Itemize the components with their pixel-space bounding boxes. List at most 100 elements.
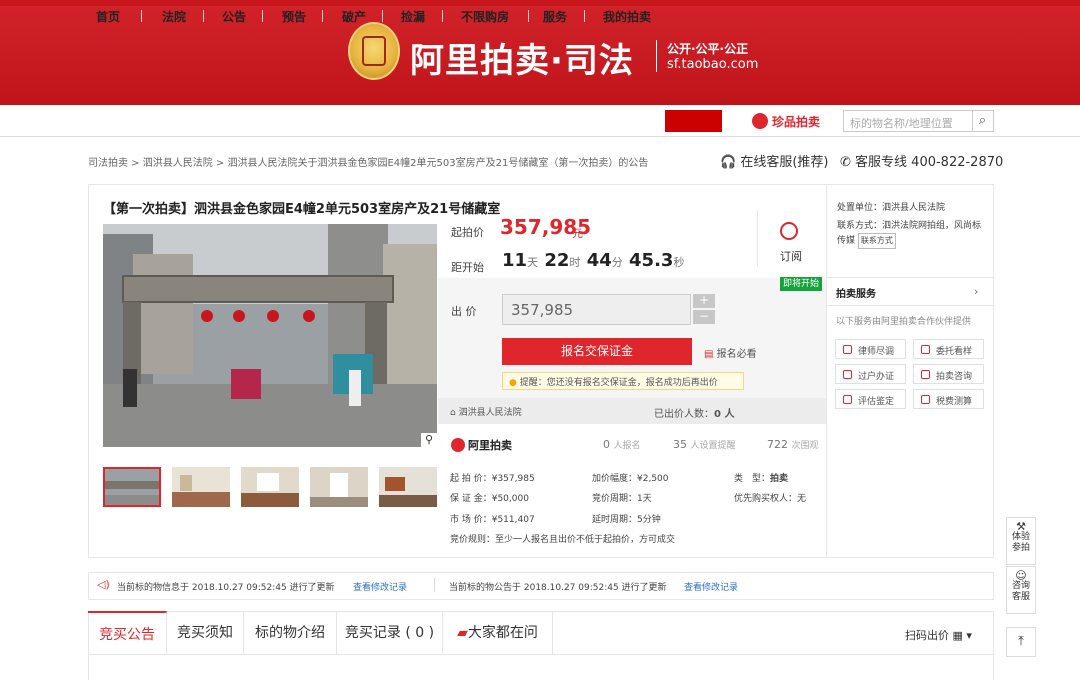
court-icon: ⌂: [450, 408, 456, 418]
nav-unlimited-house[interactable]: 不限购房: [461, 8, 509, 25]
notice-announcement-history-link[interactable]: 查看修改记录: [684, 580, 738, 593]
auction-service-heading[interactable]: 拍卖服务: [836, 285, 876, 300]
nav-notice[interactable]: 公告: [222, 8, 246, 25]
nav-service[interactable]: 服务: [543, 8, 567, 25]
decrease-bid-button[interactable]: −: [693, 310, 715, 324]
chevron-down-icon: ▾: [966, 629, 972, 642]
nav-bargain[interactable]: 捡漏: [401, 8, 425, 25]
nav-separator: [442, 10, 443, 22]
view-count: 722 次围观: [767, 438, 819, 451]
calculator-icon: [921, 395, 930, 404]
search-input[interactable]: 标的物名称/地理位置: [843, 110, 973, 132]
location-icon: [921, 345, 930, 354]
main-photo[interactable]: [103, 224, 437, 447]
court-link[interactable]: ⌂ 泗洪县人民法院: [450, 405, 522, 418]
thumbnail-4[interactable]: [310, 467, 368, 507]
court-emblem-icon: [348, 22, 400, 80]
remind-count-value: 35: [673, 438, 687, 451]
support-avatar-icon: ☺: [1015, 569, 1027, 582]
bidder-count-value: 0 人: [714, 409, 735, 420]
must-read-link[interactable]: ▤ 报名必看: [704, 345, 757, 360]
info-delay: 延时周期：5分钟: [592, 515, 661, 525]
tab-auction-rules[interactable]: 竞买须知: [167, 611, 244, 655]
info-deposit: 保 证 金：¥50,000: [450, 494, 529, 504]
nav-preview[interactable]: 预告: [282, 8, 306, 25]
hotline-label: 客服专线 400-822-2870: [855, 155, 1004, 170]
countdown-hours-unit: 时: [569, 256, 581, 269]
search-icon[interactable]: ⌕: [972, 110, 994, 132]
thumbnail-image: [241, 467, 299, 507]
contact-info: 联系方式：泗洪法院网拍组，风尚标传媒 联系方式: [837, 219, 987, 249]
thumbnail-3[interactable]: [241, 467, 299, 507]
back-to-top-icon[interactable]: ⤒: [1006, 627, 1036, 657]
nav-bankruptcy[interactable]: 破产: [342, 8, 366, 25]
contact-button[interactable]: 联系方式: [857, 233, 896, 249]
hotline: ✆ 客服专线 400-822-2870: [840, 151, 1003, 170]
service-label: 税费测算: [936, 397, 973, 407]
countdown-seconds: 45.3: [629, 250, 674, 271]
countdown-hours: 22: [544, 250, 570, 271]
speaker-icon: ◁): [97, 578, 110, 591]
nav-separator: [141, 10, 142, 22]
nav-home[interactable]: 首页: [96, 8, 120, 25]
scan-bid-label: 扫码出价: [905, 629, 949, 642]
tab-content-area: [88, 655, 994, 680]
signup-count-value: 0: [603, 438, 610, 451]
thumbnail-5[interactable]: [379, 467, 437, 507]
info-type-value: 拍卖: [770, 474, 789, 484]
info-cycle: 竞价周期：1天: [592, 494, 652, 504]
signup-deposit-button[interactable]: 报名交保证金: [502, 338, 692, 365]
logo-divider: [656, 40, 657, 72]
service-lawyer-button[interactable]: 律师尽调: [835, 339, 906, 359]
online-service-link[interactable]: 🎧 在线客服(推荐): [720, 151, 828, 170]
side-consult[interactable]: ☺ 咨询客服: [1006, 566, 1036, 614]
countdown-label: 距开始: [451, 261, 484, 274]
service-consult-button[interactable]: 拍卖咨询: [913, 364, 984, 384]
zhenpin-icon: [752, 113, 768, 129]
question-badge-icon: ▰: [457, 625, 468, 641]
nav-separator: [584, 10, 585, 22]
tab-bid-records[interactable]: 竞买记录 ( 0 ): [337, 611, 443, 655]
bulb-icon: ●: [509, 378, 517, 388]
book-icon: ▤: [704, 349, 714, 360]
bid-label: 出 价: [451, 305, 477, 318]
notice-item-history-link[interactable]: 查看修改记录: [353, 580, 407, 593]
alarm-clock-icon[interactable]: [780, 222, 798, 240]
photo-illustration: [103, 224, 437, 447]
nav-separator: [262, 10, 263, 22]
view-count-label: 次围观: [791, 441, 819, 451]
nav-court[interactable]: 法院: [162, 8, 186, 25]
nav-separator: [203, 10, 204, 22]
service-tax-button[interactable]: 税费测算: [913, 389, 984, 409]
start-price-unit: 元: [572, 227, 583, 240]
zoom-icon[interactable]: ⚲: [421, 433, 437, 447]
service-label: 委托看样: [936, 347, 973, 357]
site-logo-text[interactable]: 阿里拍卖·司法: [410, 33, 634, 82]
remind-divider: [757, 210, 758, 266]
service-label: 律师尽调: [858, 347, 895, 357]
tab-auction-notice[interactable]: 竞买公告: [88, 611, 167, 655]
bid-amount-input[interactable]: 357,985: [502, 294, 691, 325]
subscribe-link[interactable]: 订阅: [780, 248, 802, 264]
lawyer-icon: [843, 345, 852, 354]
increase-bid-button[interactable]: +: [693, 294, 715, 308]
tab-faq[interactable]: ▰大家都在问: [443, 611, 553, 655]
thumbnail-1[interactable]: [103, 467, 161, 507]
chevron-right-icon[interactable]: ›: [974, 285, 978, 298]
transfer-icon: [843, 370, 852, 379]
nav-my-auction[interactable]: 我的拍卖: [603, 8, 651, 25]
scan-bid-link[interactable]: 扫码出价 ▦ ▾: [905, 627, 972, 643]
breadcrumb[interactable]: 司法拍卖 > 泗洪县人民法院 > 泗洪县人民法院关于泗洪县金色家园E4幢2单元5…: [88, 154, 648, 169]
service-viewing-button[interactable]: 委托看样: [913, 339, 984, 359]
nav-zhenpin[interactable]: 珍品拍卖: [772, 113, 820, 130]
service-appraisal-button[interactable]: 评估鉴定: [835, 389, 906, 409]
thumbnail-image: [172, 467, 230, 507]
online-service-label: 在线客服(推荐): [740, 155, 829, 170]
remind-count-label: 人设置提醒: [690, 441, 736, 451]
side-experience[interactable]: ⚒ 体验参拍: [1006, 517, 1036, 565]
service-transfer-button[interactable]: 过户办证: [835, 364, 906, 384]
nav-separator: [382, 10, 383, 22]
tab-item-intro[interactable]: 标的物介绍: [244, 611, 337, 655]
nav-promo-block[interactable]: [665, 110, 722, 132]
thumbnail-2[interactable]: [172, 467, 230, 507]
